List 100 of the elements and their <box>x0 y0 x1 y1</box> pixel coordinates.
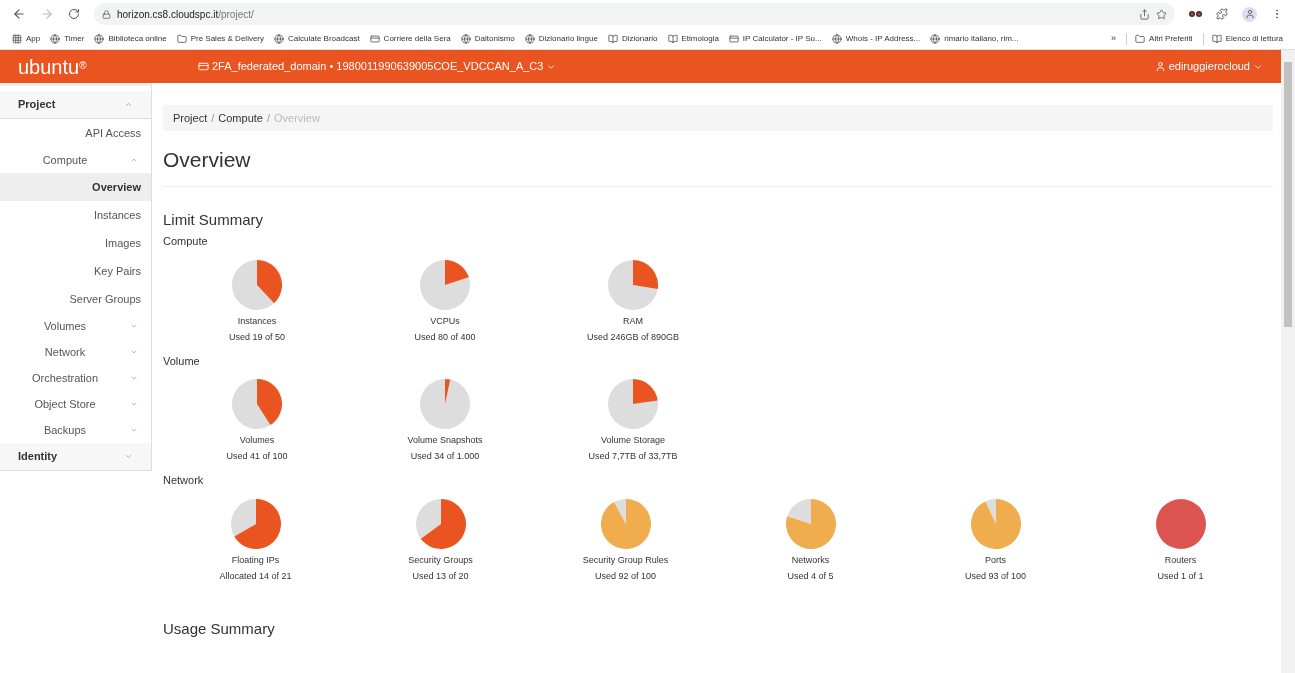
globe-icon <box>831 33 842 44</box>
globe-icon <box>94 33 105 44</box>
user-icon <box>1154 61 1166 72</box>
forward-icon <box>40 7 54 21</box>
sidebar-link[interactable]: Server Groups <box>0 285 151 313</box>
chevron-down-icon <box>130 426 138 434</box>
free-slice <box>415 498 441 539</box>
back-icon <box>12 7 26 21</box>
card-icon <box>198 61 209 72</box>
free-slice <box>232 379 271 429</box>
bookmark[interactable]: Whois - IP Address... <box>831 32 921 45</box>
extensions-icon <box>1216 8 1228 20</box>
sidebar-link[interactable]: Key Pairs <box>0 257 151 285</box>
bookmark[interactable]: Corriere della Sera <box>369 32 451 45</box>
pie-usage: Used 19 of 50 <box>228 330 285 343</box>
free-slice <box>786 498 811 524</box>
globe-icon <box>930 33 941 44</box>
star-icon <box>1156 8 1167 20</box>
bookmark[interactable]: Pre Sales & Delivery <box>176 32 264 45</box>
breadcrumb-link[interactable]: Compute <box>218 109 263 127</box>
sidebar-link[interactable]: Overview <box>0 173 151 201</box>
bookmark[interactable]: Timer <box>50 32 85 45</box>
profile-icon <box>1242 6 1257 22</box>
sidebar-group[interactable]: Compute <box>0 147 151 173</box>
bookmark[interactable]: Calculate Broadcast <box>274 32 360 45</box>
bookmark[interactable]: rimario italiano, rim... <box>930 32 1019 45</box>
book-icon <box>667 33 678 44</box>
bookmark[interactable]: Dizionario lingue <box>524 32 598 45</box>
folder-icon <box>176 33 187 44</box>
chevron-down-icon <box>130 348 138 356</box>
address-bar[interactable]: horizon.cs8.cloudspc.it/project/ <box>94 3 1175 25</box>
section-title: Usage Summary <box>163 618 276 639</box>
bookmark[interactable]: Elenco di lettura <box>1202 32 1283 45</box>
chevron-down-icon <box>124 452 133 461</box>
scrollbar[interactable] <box>1281 50 1295 673</box>
breadcrumb-link[interactable]: Project <box>173 109 208 127</box>
sidebar-panel-header[interactable]: Project <box>0 91 151 119</box>
bookmark[interactable]: Dizionario <box>607 32 658 45</box>
pie-usage: Used 13 of 20 <box>412 569 469 582</box>
pie-usage: Used 246GB of 890GB <box>586 330 680 343</box>
sidebar-group[interactable]: Orchestration <box>0 365 151 391</box>
book-icon <box>1211 33 1222 44</box>
folder-icon <box>1135 33 1146 44</box>
pie-label: Floating IPs <box>231 553 280 566</box>
bookmark[interactable]: App <box>12 32 41 45</box>
globe-icon <box>460 33 471 44</box>
section-title: Limit Summary <box>163 209 264 230</box>
globe-icon <box>50 33 61 44</box>
url-text: horizon.cs8.cloudspc.it/project/ <box>117 7 255 22</box>
page-title: Overview <box>163 144 1273 187</box>
breadcrumb-separator: / <box>211 110 215 126</box>
subsection-title: Network <box>163 473 205 488</box>
bookmark[interactable]: IP Calculator - IP Su... <box>728 32 822 45</box>
sidebar-group[interactable]: Object Store <box>0 391 151 417</box>
sidebar-group[interactable]: Backups <box>0 417 151 443</box>
bookmark[interactable]: Etimologia <box>667 32 719 45</box>
pie-usage: Used 92 of 100 <box>594 569 656 582</box>
globe-icon <box>524 33 535 44</box>
chevron-down-icon <box>130 322 138 330</box>
globe-icon <box>274 33 284 44</box>
free-slice <box>420 379 470 429</box>
pie-label: Networks <box>791 553 830 566</box>
bookmark[interactable]: Daltonismo <box>460 32 515 45</box>
pie-usage: Used 34 of 1.000 <box>410 450 480 462</box>
pie-label: Routers <box>1164 553 1197 566</box>
sidebar-link[interactable]: Images <box>0 229 151 257</box>
share-icon <box>1139 8 1150 20</box>
chevron-down-icon <box>130 374 138 382</box>
ubuntu-logo[interactable]: ubuntu$^{®}$ <box>18 51 198 82</box>
sidebar-group[interactable]: Network <box>0 339 151 365</box>
pie-label: Volume Storage <box>600 434 665 446</box>
bookmark[interactable]: Altri Preferiti <box>1126 32 1193 45</box>
pie-usage: Used 93 of 100 <box>964 569 1026 582</box>
sidebar-link[interactable]: API Access <box>0 119 151 147</box>
bookmark[interactable]: Biblioteca online <box>94 32 167 45</box>
book-icon <box>607 33 618 44</box>
card-icon <box>369 33 380 44</box>
user-menu[interactable]: ediruggierocloud <box>1154 58 1263 75</box>
bookmarks-overflow-button[interactable]: » <box>1111 31 1117 46</box>
subsection-title: Volume <box>163 353 201 369</box>
breadcrumb-current: Overview <box>274 110 320 126</box>
pie-label: Security Groups <box>408 553 473 566</box>
reload-icon <box>68 8 80 20</box>
pie-usage: Used 4 of 5 <box>787 569 834 582</box>
grid-icon <box>12 33 22 44</box>
free-slice <box>608 259 658 310</box>
pie-label: Security Group Rules <box>582 553 669 566</box>
glasses-icon[interactable] <box>1189 10 1202 18</box>
pie-usage: Used 41 of 100 <box>226 450 288 462</box>
breadcrumb-separator: / <box>266 110 270 126</box>
subsection-title: Compute <box>163 234 209 249</box>
free-slice <box>420 259 470 310</box>
project-selector[interactable]: 2FA_federated_domain • 1980011990639005COE_VDCCAN_A_C3 <box>198 58 557 75</box>
pie-usage: Used 1 of 1 <box>1157 569 1204 582</box>
sidebar-group[interactable]: Volumes <box>0 313 151 339</box>
pie-label: Volume Snapshots <box>407 434 483 446</box>
pie-label: RAM <box>623 314 643 327</box>
sidebar-link[interactable]: Instances <box>0 201 151 229</box>
sidebar-panel-header[interactable]: Identity <box>0 443 151 471</box>
lock-icon <box>102 9 111 19</box>
